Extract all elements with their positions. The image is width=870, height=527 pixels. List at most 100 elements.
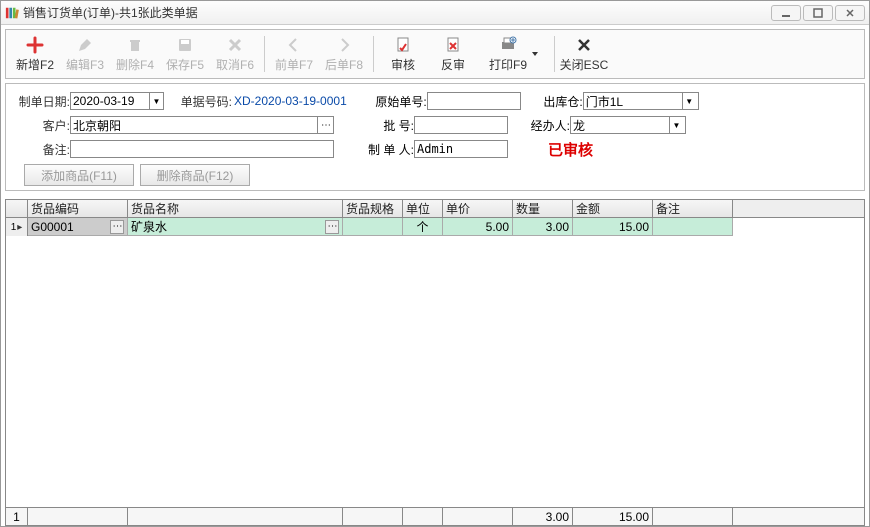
arrow-right-icon — [334, 35, 354, 55]
remark-input[interactable] — [70, 140, 334, 158]
titlebar: 销售订货单(订单)-共1张此类单据 — [1, 1, 869, 25]
cell-spec[interactable] — [343, 218, 403, 236]
chevron-down-icon[interactable]: ▼ — [149, 93, 163, 109]
window-controls — [771, 5, 865, 21]
col-price[interactable]: 单价 — [443, 200, 513, 217]
grid-footer: 1 3.00 15.00 — [6, 507, 864, 525]
save-button[interactable]: 保存F5 — [160, 32, 210, 76]
chevron-down-icon[interactable] — [531, 47, 539, 61]
col-unit[interactable]: 单位 — [403, 200, 443, 217]
toolbar-separator — [554, 36, 555, 72]
footer-blank — [128, 508, 343, 525]
wh-label: 出库仓: — [533, 93, 583, 110]
col-qty[interactable]: 数量 — [513, 200, 573, 217]
new-label: 新增F2 — [16, 56, 54, 73]
footer-blank — [403, 508, 443, 525]
customer-lookup[interactable]: ⋯ — [70, 116, 334, 134]
docno-value: XD-2020-03-19-0001 — [234, 94, 347, 108]
delete-button[interactable]: 删除F4 — [110, 32, 160, 76]
handler-input[interactable] — [571, 117, 669, 133]
col-amount[interactable]: 金额 — [573, 200, 653, 217]
save-icon — [175, 35, 195, 55]
date-input[interactable] — [71, 93, 149, 109]
cancel-button[interactable]: 取消F6 — [210, 32, 260, 76]
footer-blank — [28, 508, 128, 525]
col-code[interactable]: 货品编码 — [28, 200, 128, 217]
table-row[interactable]: 1 G00001 ⋯ 矿泉水 ⋯ 个 5.00 3.00 15.00 — [6, 218, 864, 236]
grid-body[interactable]: 1 G00001 ⋯ 矿泉水 ⋯ 个 5.00 3.00 15.00 — [6, 218, 864, 507]
window-root: 销售订货单(订单)-共1张此类单据 新增F2 编辑F3 — [0, 0, 870, 527]
ellipsis-icon[interactable]: ⋯ — [317, 117, 333, 133]
chevron-down-icon[interactable]: ▼ — [682, 93, 696, 109]
footer-qty: 3.00 — [513, 508, 573, 525]
footer-blank — [343, 508, 403, 525]
delete-label: 删除F4 — [116, 56, 154, 73]
add-item-button[interactable]: 添加商品(F11) — [24, 164, 134, 186]
footer-amount: 15.00 — [573, 508, 653, 525]
cancel-icon — [225, 35, 245, 55]
print-icon — [498, 35, 518, 55]
save-label: 保存F5 — [166, 56, 204, 73]
orig-input[interactable] — [427, 92, 521, 110]
chevron-down-icon[interactable]: ▼ — [669, 117, 683, 133]
minimize-button[interactable] — [771, 5, 801, 21]
edit-button[interactable]: 编辑F3 — [60, 32, 110, 76]
remark-label: 备注: — [14, 141, 70, 158]
window-title: 销售订货单(订单)-共1张此类单据 — [23, 4, 198, 21]
titlebar-left: 销售订货单(订单)-共1张此类单据 — [5, 4, 198, 21]
cell-unit[interactable]: 个 — [403, 218, 443, 236]
ellipsis-icon[interactable]: ⋯ — [110, 220, 124, 234]
cell-qty[interactable]: 3.00 — [513, 218, 573, 236]
unaudit-button[interactable]: 反审 — [428, 32, 478, 76]
footer-blank — [443, 508, 513, 525]
new-button[interactable]: 新增F2 — [10, 32, 60, 76]
ellipsis-icon[interactable]: ⋯ — [325, 220, 339, 234]
arrow-left-icon — [284, 35, 304, 55]
unaudit-label: 反审 — [441, 56, 465, 73]
close-button[interactable] — [835, 5, 865, 21]
cell-price[interactable]: 5.00 — [443, 218, 513, 236]
toolbar-separator — [373, 36, 374, 72]
warehouse-input[interactable] — [584, 93, 682, 109]
audit-icon — [393, 35, 413, 55]
col-name[interactable]: 货品名称 — [128, 200, 343, 217]
footer-idx: 1 — [6, 508, 28, 525]
toolbar: 新增F2 编辑F3 删除F4 保存F5 取消F6 — [5, 29, 865, 79]
cell-name[interactable]: 矿泉水 ⋯ — [128, 218, 343, 236]
col-spec[interactable]: 货品规格 — [343, 200, 403, 217]
trash-icon — [125, 35, 145, 55]
prev-button[interactable]: 前单F7 — [269, 32, 319, 76]
app-icon — [5, 6, 19, 20]
col-remark[interactable]: 备注 — [653, 200, 733, 217]
approved-stamp: 已审核 — [548, 139, 593, 160]
delete-item-button[interactable]: 删除商品(F12) — [140, 164, 250, 186]
audit-button[interactable]: 审核 — [378, 32, 428, 76]
handler-label: 经办人: — [520, 117, 570, 134]
cell-remark[interactable] — [653, 218, 733, 236]
maximize-button[interactable] — [803, 5, 833, 21]
cell-amount[interactable]: 15.00 — [573, 218, 653, 236]
warehouse-combo[interactable]: ▼ — [583, 92, 699, 110]
next-label: 后单F8 — [325, 56, 363, 73]
item-action-buttons: 添加商品(F11) 删除商品(F12) — [24, 164, 856, 186]
customer-input[interactable] — [71, 117, 317, 133]
row-header-corner — [6, 200, 28, 217]
plus-icon — [25, 35, 45, 55]
form-panel: 制单日期: ▼ 单据号码: XD-2020-03-19-0001 原始单号: 出… — [5, 83, 865, 191]
footer-blank — [653, 508, 733, 525]
cell-code[interactable]: G00001 ⋯ — [28, 218, 128, 236]
pencil-icon — [75, 35, 95, 55]
row-indicator[interactable]: 1 — [6, 218, 28, 236]
grid-header-row: 货品编码 货品名称 货品规格 单位 单价 数量 金额 备注 — [6, 200, 864, 218]
handler-combo[interactable]: ▼ — [570, 116, 686, 134]
batch-input[interactable] — [414, 116, 508, 134]
cancel-label: 取消F6 — [216, 56, 254, 73]
prev-label: 前单F7 — [275, 56, 313, 73]
next-button[interactable]: 后单F8 — [319, 32, 369, 76]
print-button[interactable]: 打印F9 — [478, 32, 550, 76]
orig-label: 原始单号: — [369, 93, 427, 110]
close-window-button[interactable]: 关闭ESC — [559, 32, 609, 76]
date-label: 制单日期: — [14, 93, 70, 110]
maker-input[interactable] — [414, 140, 508, 158]
date-field[interactable]: ▼ — [70, 92, 164, 110]
